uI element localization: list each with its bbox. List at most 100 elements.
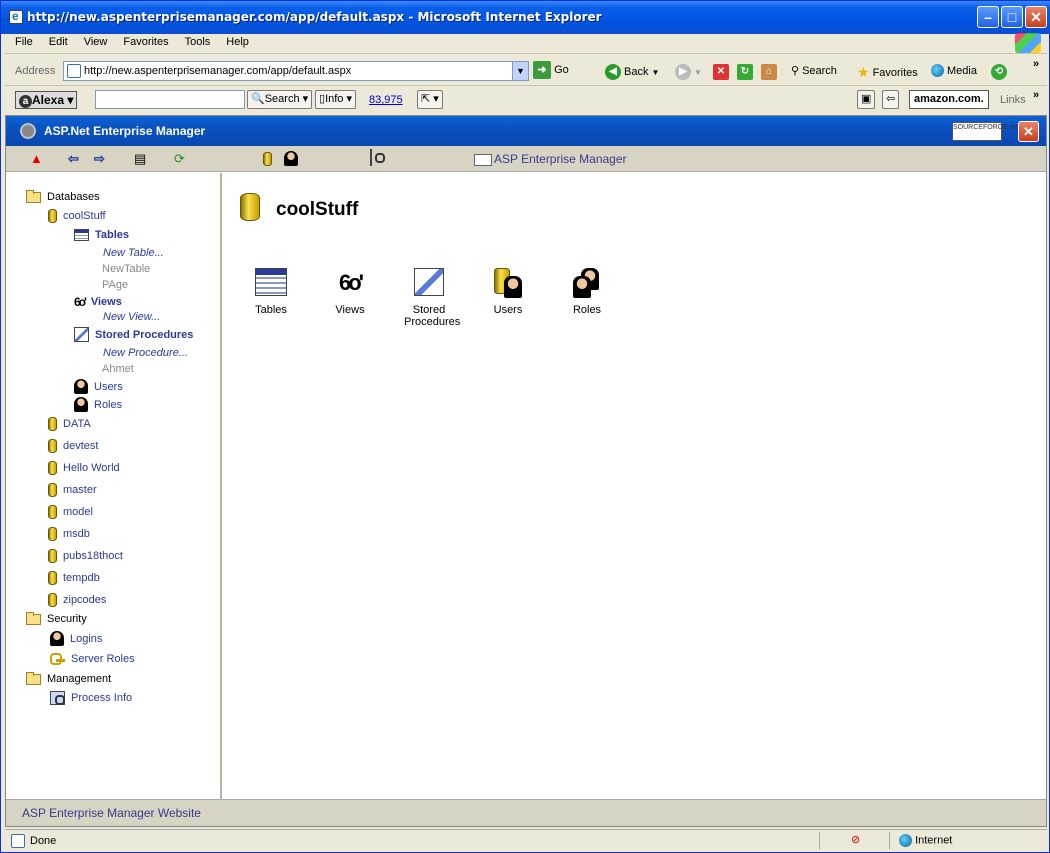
user-icon[interactable] (284, 151, 298, 166)
tree-tables-label: Tables (95, 229, 130, 241)
grid-item-stored-procedures[interactable]: Stored Procedures (394, 268, 464, 328)
alexa-nav-button[interactable]: ⇱ ▾ (417, 90, 443, 109)
alexa-tool1-button[interactable]: ▣ (857, 90, 876, 109)
database-icon (48, 439, 57, 453)
links-label[interactable]: Links (1000, 94, 1026, 106)
history-button[interactable]: ⟲ (991, 64, 1007, 80)
go-button[interactable]: ➜ Go (533, 61, 569, 81)
refresh-button[interactable]: ↻ (737, 64, 753, 80)
grid-item-tables[interactable]: Tables (236, 268, 306, 316)
tree-new-view[interactable]: New View... (103, 311, 160, 323)
alexa-search-input[interactable] (95, 90, 245, 109)
tree-new-procedure[interactable]: New Procedure... (103, 347, 188, 359)
toolbar-overflow-icon[interactable]: » (1033, 58, 1039, 70)
tree-roles-label: Roles (94, 398, 123, 411)
stop-button[interactable]: ✕ (713, 64, 729, 80)
tree-db-item[interactable]: zipcodes (48, 593, 106, 607)
database-icon[interactable] (263, 152, 272, 166)
grid-item-views[interactable]: 6o' Views (315, 268, 385, 316)
tree-databases[interactable]: Databases (26, 189, 100, 203)
menu-help[interactable]: Help (220, 34, 255, 50)
properties-icon[interactable]: ▤ (134, 152, 146, 166)
tree-table-item[interactable]: PAge (102, 279, 128, 291)
tree-db-item[interactable]: Hello World (48, 461, 120, 475)
tree-db-item[interactable]: devtest (48, 439, 98, 453)
glasses-icon: 6o' (74, 295, 87, 309)
address-input[interactable]: http://new.aspenterprisemanager.com/app/… (63, 61, 529, 81)
amazon-button[interactable]: amazon.com. (909, 90, 989, 109)
grid-item-users[interactable]: Users (473, 268, 543, 316)
app-close-button[interactable]: ✕ (1018, 121, 1039, 142)
menu-edit[interactable]: Edit (43, 34, 74, 50)
envelope-icon (474, 153, 492, 166)
tree-server-roles-label: Server Roles (71, 653, 135, 665)
tree-tables[interactable]: Tables (74, 229, 129, 241)
menu-file[interactable]: File (9, 34, 39, 50)
menu-bar: File Edit View Favorites Tools Help (5, 34, 1047, 54)
website-link[interactable]: ASP Enterprise Manager Website (22, 806, 201, 820)
database-icon (48, 461, 57, 475)
tree-views[interactable]: 6o' Views (74, 295, 122, 309)
tree-db-item[interactable]: DATA (48, 417, 91, 431)
sourceforge-logo[interactable]: SOURCEFORGE.net (952, 122, 1020, 141)
media-button[interactable]: Media (931, 64, 977, 77)
app-brand[interactable]: ASP Enterprise Manager (474, 152, 627, 166)
tree-db-item[interactable]: master (48, 483, 97, 497)
alexa-search-button[interactable]: 🔍Search ▾ (247, 90, 313, 109)
forward-button[interactable]: ▶ ▼ (675, 64, 702, 80)
database-icon (48, 549, 57, 563)
query-icon[interactable] (370, 149, 372, 166)
tree-db-item[interactable]: tempdb (48, 571, 100, 585)
tree-users[interactable]: Users (74, 379, 123, 394)
alexa-rank-link[interactable]: 83,975 (369, 94, 403, 106)
grid-item-roles[interactable]: Roles (552, 268, 622, 316)
tree-db-item[interactable]: pubs18thoct (48, 549, 123, 563)
database-icon (48, 417, 57, 431)
close-button[interactable]: ✕ (1025, 6, 1047, 28)
favorites-button[interactable]: ★ Favorites (857, 64, 918, 81)
tree-roles[interactable]: Roles (74, 397, 122, 412)
links-overflow-icon[interactable]: » (1033, 89, 1039, 101)
tree-table-item[interactable]: NewTable (102, 263, 150, 275)
tree-db-coolstuff[interactable]: coolStuff (48, 209, 106, 223)
tree-logins[interactable]: Logins (50, 631, 102, 646)
tree-stored-procedures[interactable]: Stored Procedures (74, 327, 193, 342)
globe-icon (899, 834, 912, 847)
maximize-button[interactable]: □ (1001, 6, 1023, 28)
refresh-icon[interactable]: ⟳ (174, 152, 185, 166)
alexa-info-button[interactable]: ▯Info ▾ (315, 90, 356, 109)
tree-db-item[interactable]: msdb (48, 527, 90, 541)
tree-management[interactable]: Management (26, 671, 111, 685)
warning-icon[interactable]: ▲ (30, 152, 43, 166)
app-title-bar: ASP.Net Enterprise Manager SOURCEFORGE.n… (6, 116, 1046, 146)
app-brand-label: ASP Enterprise Manager (494, 152, 627, 166)
address-dropdown-icon[interactable]: ▼ (512, 62, 528, 80)
privacy-icon[interactable]: ⊘ (851, 833, 860, 846)
menu-view[interactable]: View (78, 34, 114, 50)
tree-security[interactable]: Security (26, 611, 87, 625)
alexa-search-label: Search (264, 93, 300, 105)
tree-db-item[interactable]: model (48, 505, 93, 519)
tree-procedure-item[interactable]: Ahmet (102, 363, 134, 375)
media-label: Media (947, 64, 977, 77)
alexa-button[interactable]: a Alexa ▾ (15, 91, 78, 109)
home-button[interactable]: ⌂ (761, 64, 777, 80)
menu-favorites[interactable]: Favorites (117, 34, 174, 50)
tree-db-label: devtest (63, 440, 99, 452)
table-icon (255, 268, 287, 296)
alexa-info-label: Info (325, 93, 344, 105)
back-arrow-icon[interactable]: ⇦ (68, 152, 79, 166)
forward-arrow-icon[interactable]: ⇨ (94, 152, 105, 166)
tree-new-table[interactable]: New Table... (103, 247, 164, 259)
alexa-tool2-button[interactable]: ⇦ (882, 90, 900, 109)
back-button[interactable]: ◀ Back ▼ (605, 64, 659, 80)
menu-tools[interactable]: Tools (179, 34, 217, 50)
roles-icon (74, 397, 88, 412)
search-button[interactable]: ⚲ Search (791, 64, 837, 78)
favorites-label: Favorites (872, 66, 918, 79)
tree-process-info[interactable]: Process Info (50, 691, 132, 705)
tree-db-label: master (63, 484, 97, 496)
alexa-label: Alexa (32, 93, 65, 107)
minimize-button[interactable]: – (977, 6, 999, 28)
tree-server-roles[interactable]: Server Roles (50, 653, 135, 665)
